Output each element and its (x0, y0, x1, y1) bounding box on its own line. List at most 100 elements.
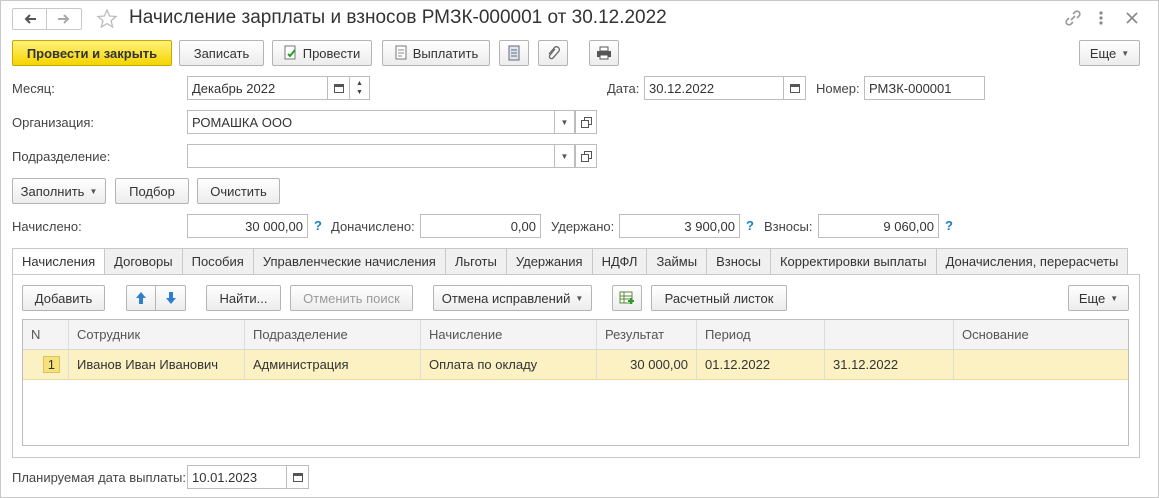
tab-income-tax[interactable]: НДФЛ (592, 248, 648, 275)
payslip-button[interactable]: Расчетный листок (651, 285, 787, 311)
date-field[interactable]: 30.12.2022 (644, 76, 784, 100)
column-header-period[interactable]: Период (697, 320, 825, 349)
more-menu-button[interactable] (1096, 9, 1106, 30)
post-button[interactable]: Провести (272, 40, 372, 66)
cell-basis[interactable] (954, 350, 1128, 379)
table-header: N Сотрудник Подразделение Начисление Рез… (23, 320, 1128, 350)
number-field[interactable]: РМЗК-000001 (864, 76, 985, 100)
cancel-search-label: Отменить поиск (303, 290, 400, 306)
cell-department[interactable]: Администрация (245, 350, 421, 379)
month-spinner[interactable]: ▲ ▼ (350, 76, 370, 100)
select-button[interactable]: Подбор (115, 178, 189, 204)
column-header-number[interactable]: N (23, 320, 69, 349)
move-up-button[interactable] (126, 285, 156, 311)
table-row[interactable]: 1 Иванов Иван Иванович Администрация Опл… (23, 350, 1128, 380)
contributions-help-icon[interactable]: ? (945, 218, 953, 233)
column-header-department[interactable]: Подразделение (245, 320, 421, 349)
cancel-fixes-button[interactable]: Отмена исправлений ▼ (433, 285, 592, 311)
save-button[interactable]: Записать (179, 40, 264, 66)
close-button[interactable] (1124, 9, 1140, 30)
tab-recalculations[interactable]: Доначисления, перерасчеты (936, 248, 1129, 275)
month-label: Месяц: (12, 81, 55, 96)
favorite-button[interactable] (96, 8, 118, 33)
save-label: Записать (193, 45, 250, 61)
pay-button[interactable]: Выплатить (382, 40, 490, 66)
cell-employee[interactable]: Иванов Иван Иванович (69, 350, 245, 379)
add-row-button[interactable]: Добавить (22, 285, 105, 311)
organization-field[interactable]: РОМАШКА ООО (187, 110, 555, 134)
more-actions-button[interactable]: Еще ▼ (1079, 40, 1140, 66)
tab-benefits[interactable]: Пособия (182, 248, 254, 275)
tab-deductions-benefits[interactable]: Льготы (445, 248, 507, 275)
pay-label: Выплатить (412, 45, 479, 61)
open-window-icon (580, 116, 592, 128)
month-calendar-button[interactable] (328, 76, 350, 100)
find-button[interactable]: Найти... (206, 285, 281, 311)
link-button[interactable] (1064, 9, 1082, 30)
forward-button[interactable] (47, 9, 81, 29)
cell-period-end[interactable]: 31.12.2022 (825, 350, 954, 379)
add-table-row-button[interactable] (612, 285, 642, 311)
pay-date-label: Планируемая дата выплаты: (12, 470, 186, 485)
printer-icon (596, 46, 612, 60)
back-button[interactable] (13, 9, 48, 29)
extra-accrued-label: Доначислено: (331, 219, 415, 234)
clear-button[interactable]: Очистить (197, 178, 280, 204)
contributions-label: Взносы: (764, 219, 813, 234)
department-open-button[interactable] (575, 144, 597, 168)
post-document-icon (284, 45, 298, 61)
accrued-help-icon[interactable]: ? (314, 218, 322, 233)
print-button[interactable] (589, 40, 619, 66)
fill-button[interactable]: Заполнить ▼ (12, 178, 106, 204)
report-button[interactable] (499, 40, 529, 66)
chevron-down-icon: ▼ (89, 186, 98, 196)
column-header-basis[interactable]: Основание (954, 320, 1128, 349)
spin-down-icon: ▼ (356, 89, 363, 96)
tab-loans[interactable]: Займы (647, 248, 708, 275)
column-header-employee[interactable]: Сотрудник (69, 320, 245, 349)
tab-accruals[interactable]: Начисления (12, 248, 106, 275)
cell-number[interactable]: 1 (23, 350, 69, 379)
accruals-table: N Сотрудник Подразделение Начисление Рез… (22, 319, 1129, 446)
arrow-up-icon (135, 291, 147, 305)
date-calendar-button[interactable] (784, 76, 806, 100)
tab-contributions[interactable]: Взносы (707, 248, 771, 275)
pay-date-calendar-button[interactable] (287, 465, 309, 489)
calendar-icon (292, 472, 303, 482)
organization-open-button[interactable] (575, 110, 597, 134)
tab-management-accruals[interactable]: Управленческие начисления (253, 248, 446, 275)
column-header-period-end[interactable] (825, 320, 954, 349)
cancel-search-button[interactable]: Отменить поиск (290, 285, 413, 311)
arrow-right-icon (57, 13, 71, 25)
post-label: Провести (302, 45, 361, 61)
organization-dropdown-button[interactable]: ▼ (555, 110, 575, 134)
find-label: Найти... (219, 290, 268, 306)
payslip-label: Расчетный листок (664, 290, 774, 306)
tab-withholdings[interactable]: Удержания (506, 248, 593, 275)
list-document-icon (508, 45, 520, 61)
cell-accrual[interactable]: Оплата по окладу (421, 350, 597, 379)
withheld-label: Удержано: (551, 219, 615, 234)
cell-result[interactable]: 30 000,00 (597, 350, 697, 379)
withheld-help-icon[interactable]: ? (746, 218, 754, 233)
tab-payment-adjustments[interactable]: Корректировки выплаты (770, 248, 937, 275)
attach-button[interactable] (538, 40, 568, 66)
month-field[interactable]: Декабрь 2022 (187, 76, 328, 100)
column-header-accrual[interactable]: Начисление (421, 320, 597, 349)
clear-label: Очистить (210, 183, 267, 199)
chevron-down-icon: ▼ (560, 151, 569, 161)
department-field[interactable] (187, 144, 555, 168)
date-label: Дата: (607, 81, 640, 96)
history-nav (12, 8, 82, 30)
table-more-button[interactable]: Еще ▼ (1068, 285, 1129, 311)
column-header-result[interactable]: Результат (597, 320, 697, 349)
department-dropdown-button[interactable]: ▼ (555, 144, 575, 168)
calendar-icon (333, 83, 344, 93)
post-and-close-button[interactable]: Провести и закрыть (12, 40, 172, 66)
cell-period-start[interactable]: 01.12.2022 (697, 350, 825, 379)
table-more-label: Еще (1078, 290, 1106, 306)
tab-contracts[interactable]: Договоры (105, 248, 183, 275)
move-down-button[interactable] (156, 285, 186, 311)
select-label: Подбор (129, 183, 175, 199)
pay-date-field[interactable]: 10.01.2023 (187, 465, 287, 489)
